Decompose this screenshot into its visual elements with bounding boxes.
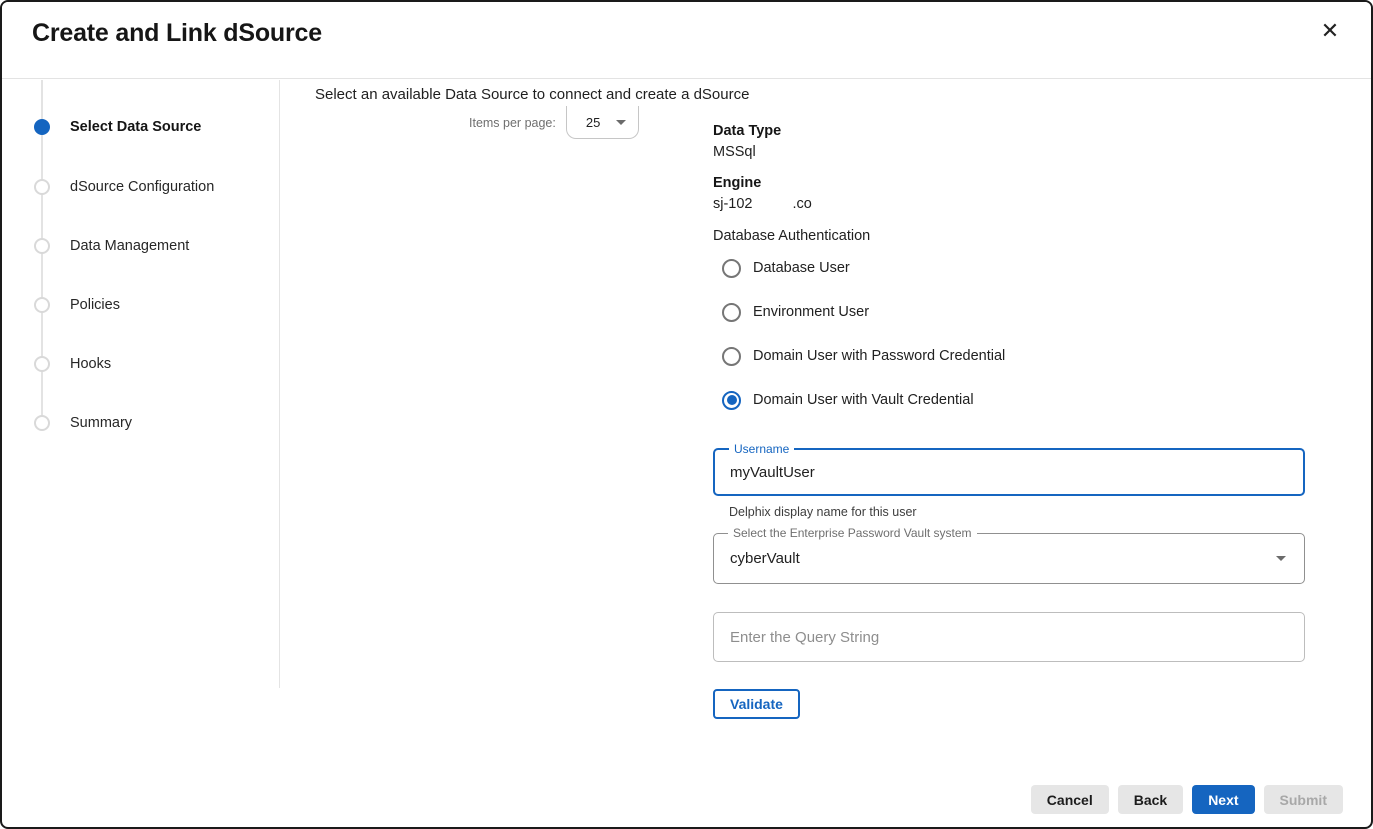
vault-system-selected-value: cyberVault [714,550,1276,567]
database-authentication-label: Database Authentication [713,228,870,244]
data-type-value: MSSql [713,144,756,160]
username-field-label: Username [729,443,794,456]
step-label: Data Management [70,238,189,254]
step-dot-icon [34,238,50,254]
items-per-page-control: Items per page: 25 [469,106,639,139]
step-label: Hooks [70,356,111,372]
step-label: Select Data Source [70,119,201,135]
radio-unselected-icon [722,303,741,322]
radio-selected-icon [722,391,741,410]
stepper-step-policies[interactable]: Policies [2,293,120,317]
radio-environment-user[interactable]: Environment User [722,301,869,323]
data-type-label: Data Type [713,123,781,139]
close-icon[interactable]: ✕ [1315,17,1345,47]
engine-value: sj-102 .co [713,196,812,212]
step-label: dSource Configuration [70,179,214,195]
engine-label: Engine [713,175,761,191]
engine-value-prefix: sj-102 [713,196,753,212]
wizard-stepper: Select Data Source dSource Configuration… [2,80,280,688]
validate-button[interactable]: Validate [713,689,800,719]
dialog-footer-actions: Cancel Back Next Submit [1031,785,1343,814]
radio-label: Environment User [753,304,869,320]
username-input[interactable] [715,450,1303,494]
radio-unselected-icon [722,347,741,366]
dialog-title: Create and Link dSource [32,19,322,48]
cancel-button[interactable]: Cancel [1031,785,1109,814]
username-field: Username [713,448,1305,496]
items-per-page-value: 25 [567,115,616,130]
vault-system-select-label: Select the Enterprise Password Vault sys… [728,527,977,540]
chevron-down-icon [616,120,626,125]
stepper-step-dsource-configuration[interactable]: dSource Configuration [2,175,214,199]
page-instruction: Select an available Data Source to conne… [315,86,749,103]
stepper-step-select-data-source[interactable]: Select Data Source [2,115,201,139]
step-dot-icon [34,179,50,195]
radio-domain-user-vault-credential[interactable]: Domain User with Vault Credential [722,389,974,411]
dialog-header: Create and Link dSource ✕ [2,2,1371,79]
radio-label: Database User [753,260,850,276]
radio-label: Domain User with Vault Credential [753,392,974,408]
step-dot-icon [34,415,50,431]
vault-system-select[interactable]: Select the Enterprise Password Vault sys… [713,533,1305,584]
radio-unselected-icon [722,259,741,278]
query-string-input[interactable] [714,613,1304,661]
step-label: Policies [70,297,120,313]
step-dot-active-icon [34,119,50,135]
radio-domain-user-password-credential[interactable]: Domain User with Password Credential [722,345,1005,367]
items-per-page-label: Items per page: [469,116,556,130]
step-dot-icon [34,356,50,372]
items-per-page-select[interactable]: 25 [566,106,639,139]
username-helper-text: Delphix display name for this user [729,505,917,519]
submit-button[interactable]: Submit [1264,785,1343,814]
radio-label: Domain User with Password Credential [753,348,1005,364]
stepper-step-summary[interactable]: Summary [2,411,132,435]
step-label: Summary [70,415,132,431]
next-button[interactable]: Next [1192,785,1254,814]
back-button[interactable]: Back [1118,785,1183,814]
stepper-step-hooks[interactable]: Hooks [2,352,111,376]
step-dot-icon [34,297,50,313]
chevron-down-icon [1276,556,1286,561]
stepper-step-data-management[interactable]: Data Management [2,234,189,258]
engine-value-suffix: .co [793,196,812,212]
radio-database-user[interactable]: Database User [722,257,850,279]
query-string-field [713,612,1305,662]
create-link-dsource-dialog: Create and Link dSource ✕ Select Data So… [0,0,1373,829]
